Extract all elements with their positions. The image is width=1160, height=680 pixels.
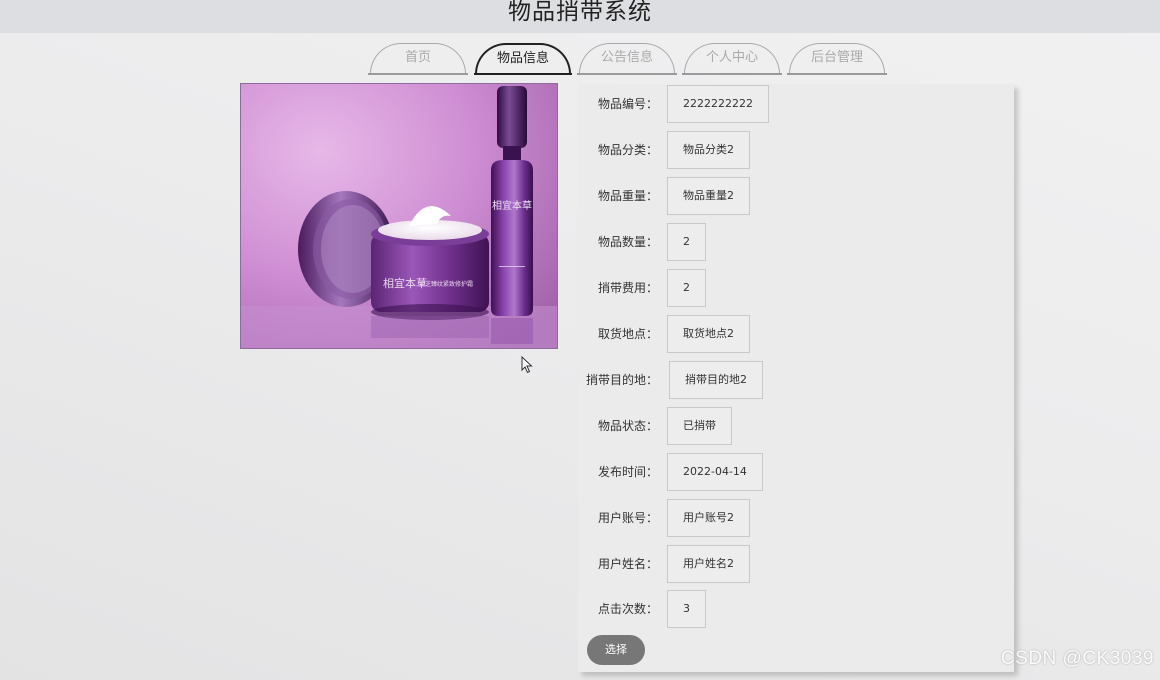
category-value: 物品分类2 (667, 131, 750, 169)
bottle-brand-text: 相宜本草 (492, 199, 532, 212)
item-id-label: 物品编号： (597, 97, 658, 111)
publish-time-value: 2022-04-14 (667, 453, 763, 491)
fee-label: 捎带费用： (597, 281, 658, 295)
watermark-text: CSDN @CK3039 (1000, 648, 1154, 669)
product-image: 相宜本草 紫芝臻纹紧致修护霜 相宜本草 (240, 83, 558, 349)
user-name-value: 用户姓名2 (667, 545, 750, 583)
jar-product-text: 紫芝臻纹紧致修护霜 (419, 280, 473, 288)
status-value: 已捎带 (667, 407, 732, 445)
user-name-label: 用户姓名： (597, 557, 658, 571)
publish-time-label: 发布时间： (597, 465, 658, 479)
destination-label: 捎带目的地： (585, 373, 658, 387)
item-id-value: 2222222222 (667, 85, 769, 123)
destination-value: 捎带目的地2 (669, 361, 763, 399)
app-title: 物品捎带系统 (508, 0, 652, 25)
quantity-value: 2 (667, 223, 706, 261)
tab-admin[interactable]: 后台管理 (787, 43, 887, 75)
category-label: 物品分类： (597, 143, 658, 157)
pickup-label: 取货地点： (597, 327, 658, 341)
pickup-value: 取货地点2 (667, 315, 750, 353)
tab-item-info[interactable]: 物品信息 (474, 43, 572, 75)
tab-announcements[interactable]: 公告信息 (577, 43, 677, 75)
user-account-label: 用户账号： (597, 511, 658, 525)
mouse-cursor-icon (521, 356, 533, 374)
main-nav: 首页 物品信息 公告信息 个人中心 后台管理 (0, 43, 1160, 75)
top-header-bar: 物品捎带系统 (0, 0, 1160, 33)
weight-value: 物品重量2 (667, 177, 750, 215)
tab-home[interactable]: 首页 (368, 43, 468, 75)
user-account-value: 用户账号2 (667, 499, 750, 537)
click-count-label: 点击次数： (597, 602, 658, 616)
status-label: 物品状态： (597, 419, 658, 433)
click-count-value: 3 (667, 590, 706, 628)
tab-personal-center[interactable]: 个人中心 (682, 43, 782, 75)
select-button[interactable]: 选择 (587, 635, 645, 665)
quantity-label: 物品数量： (597, 235, 658, 249)
fee-value: 2 (667, 269, 706, 307)
weight-label: 物品重量： (597, 189, 658, 203)
